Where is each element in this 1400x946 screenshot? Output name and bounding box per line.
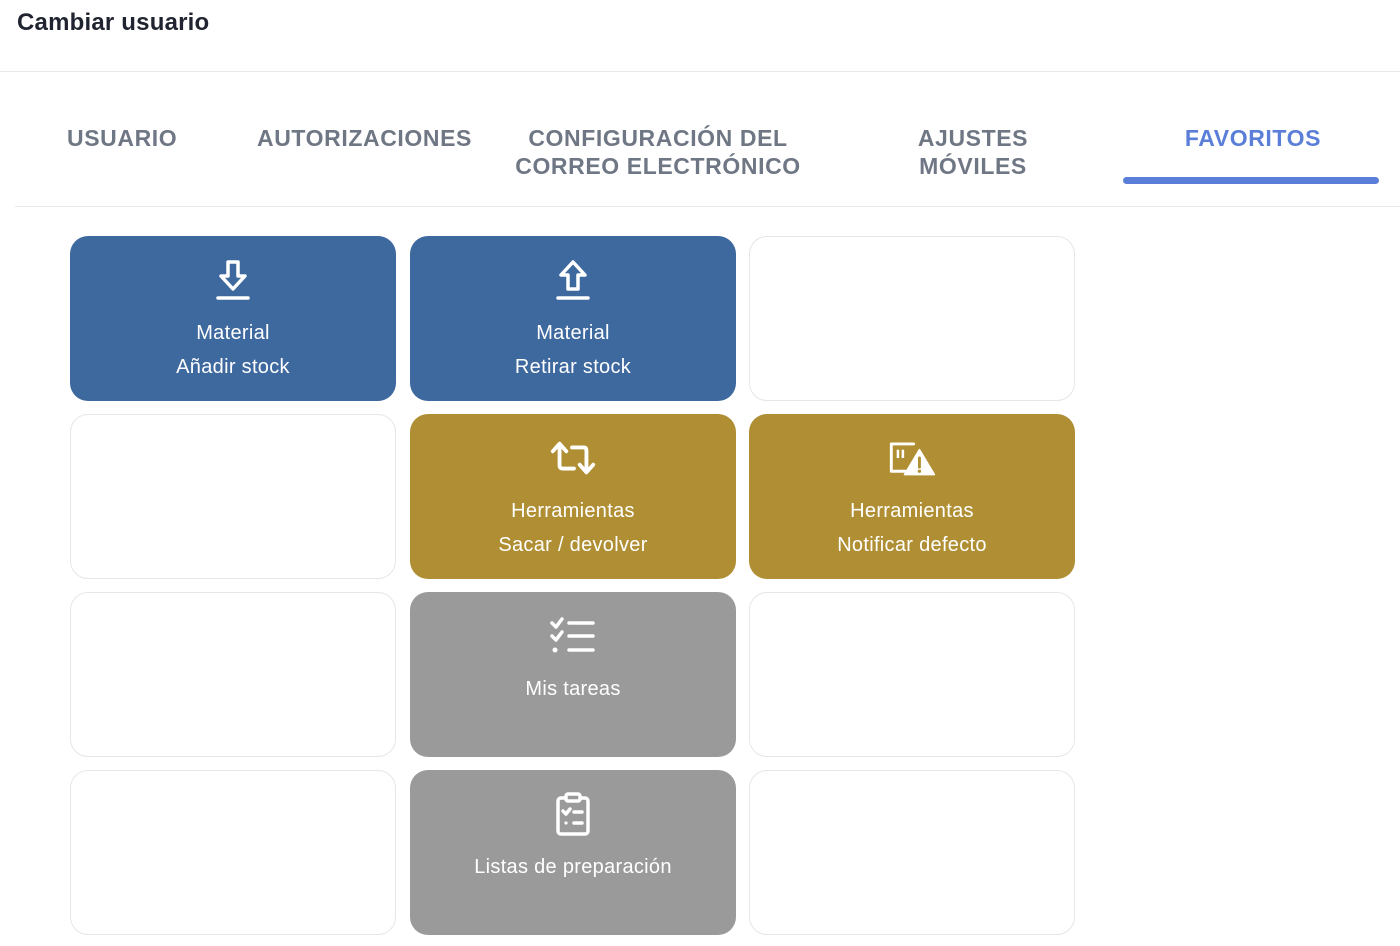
favorite-slot-empty[interactable] <box>749 592 1075 757</box>
active-tab-indicator <box>1123 177 1379 184</box>
tab-favoritos[interactable]: FAVORITOS <box>1175 124 1331 152</box>
tab-ajustes-moviles[interactable]: AJUSTES MÓVILES <box>905 124 1041 180</box>
favorite-tile-mis-tareas[interactable]: Mis tareas <box>410 592 736 757</box>
tile-label-line1: Listas de preparación <box>474 856 672 878</box>
tab-autorizaciones[interactable]: AUTORIZACIONES <box>257 124 471 152</box>
favorite-tile-herramientas-sacar-devolver[interactable]: Herramientas Sacar / devolver <box>410 414 736 579</box>
tile-label-line1: Material <box>536 322 610 344</box>
favorite-slot-empty[interactable] <box>70 770 396 935</box>
favorite-slot-empty[interactable] <box>70 414 396 579</box>
tile-label-line2: Sacar / devolver <box>498 534 648 556</box>
favorite-slot-empty[interactable] <box>70 592 396 757</box>
tile-label: Material Retirar stock <box>515 316 631 384</box>
task-list-icon <box>549 612 597 660</box>
defect-warning-icon <box>888 434 936 482</box>
tile-label-line1: Herramientas <box>850 500 974 522</box>
tile-label: Herramientas Notificar defecto <box>837 494 987 562</box>
tile-label: Herramientas Sacar / devolver <box>498 494 647 562</box>
favorite-tile-material-retirar-stock[interactable]: Material Retirar stock <box>410 236 736 401</box>
tab-usuario[interactable]: USUARIO <box>67 124 177 152</box>
tile-label: Listas de preparación <box>474 850 672 884</box>
tile-label-line1: Mis tareas <box>525 678 621 700</box>
tile-label-line2: Notificar defecto <box>837 534 987 556</box>
favorite-tile-material-anadir-stock[interactable]: Material Añadir stock <box>70 236 396 401</box>
page: Cambiar usuario USUARIO AUTORIZACIONES C… <box>0 0 1400 946</box>
tile-label-line1: Material <box>196 322 270 344</box>
swap-arrows-icon <box>549 434 597 482</box>
tile-label-line1: Herramientas <box>511 500 635 522</box>
tab-configuracion-correo[interactable]: CONFIGURACIÓN DEL CORREO ELECTRÓNICO <box>515 124 801 180</box>
tab-bar: USUARIO AUTORIZACIONES CONFIGURACIÓN DEL… <box>15 72 1400 207</box>
page-title[interactable]: Cambiar usuario <box>17 9 209 37</box>
clipboard-checklist-icon <box>549 790 597 838</box>
tile-label-line2: Retirar stock <box>514 356 632 378</box>
tile-label: Mis tareas <box>525 672 620 706</box>
upload-arrow-icon <box>549 256 597 304</box>
favorite-slot-empty[interactable] <box>749 236 1075 401</box>
tile-label-line2: Añadir stock <box>176 356 290 378</box>
header-bar: Cambiar usuario <box>0 0 1400 72</box>
favorite-tile-listas-de-preparacion[interactable]: Listas de preparación <box>410 770 736 935</box>
favorite-slot-empty[interactable] <box>749 770 1075 935</box>
favorite-tile-herramientas-notificar-defecto[interactable]: Herramientas Notificar defecto <box>749 414 1075 579</box>
tile-label: Material Añadir stock <box>176 316 290 384</box>
download-arrow-icon <box>209 256 257 304</box>
